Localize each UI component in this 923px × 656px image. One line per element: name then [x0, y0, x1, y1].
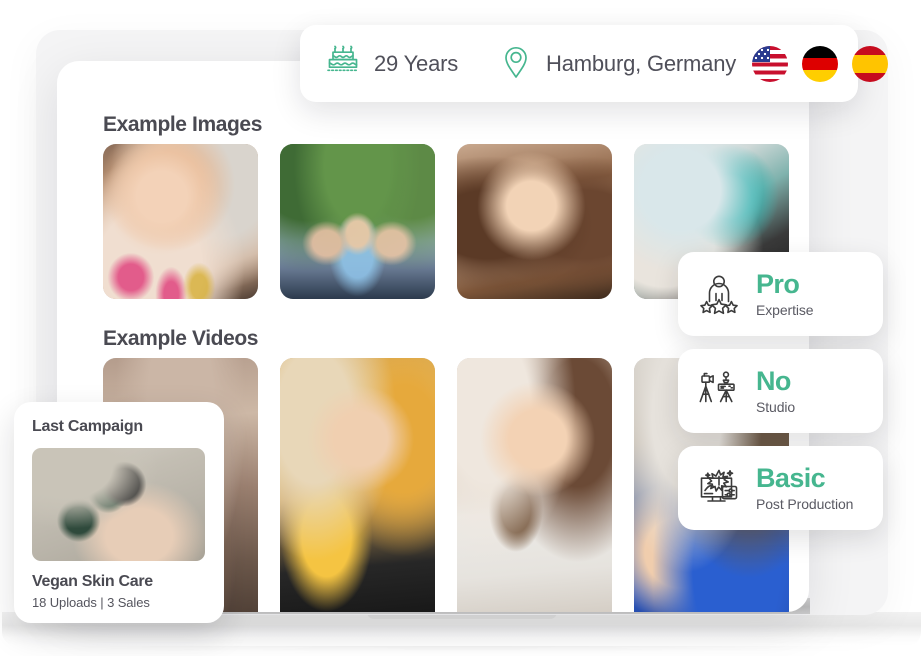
- age-info: 29 Years: [326, 44, 458, 83]
- campaign-stats: 18 Uploads | 3 Sales: [32, 595, 150, 610]
- badge-subtitle: Studio: [756, 399, 796, 415]
- campaign-thumbnail[interactable]: [32, 448, 205, 561]
- monitor-edit-icon: [696, 465, 742, 511]
- example-image-thumbnail[interactable]: [103, 144, 258, 299]
- badge-title: No: [756, 366, 791, 396]
- campaign-name: Vegan Skin Care: [32, 573, 153, 590]
- example-video-thumbnail[interactable]: [457, 358, 612, 612]
- age-label: 29 Years: [374, 50, 459, 76]
- profile-info-bar: 29 Years Hamburg, Germany: [300, 25, 889, 102]
- example-image-thumbnail[interactable]: [457, 144, 612, 299]
- birthday-cake-icon: [326, 44, 360, 83]
- badge-card-expertise[interactable]: Pro Expertise: [678, 252, 883, 336]
- person-stars-icon: [696, 271, 742, 317]
- badge-card-post-production[interactable]: Basic Post Production: [678, 446, 883, 530]
- example-image-thumbnail[interactable]: [280, 144, 435, 299]
- location-info: Hamburg, Germany: [500, 43, 736, 84]
- example-videos-heading: Example Videos: [103, 327, 259, 350]
- language-flags: [752, 45, 889, 82]
- studio-tripod-icon: [696, 368, 742, 414]
- map-pin-icon: [500, 43, 532, 84]
- badge-subtitle: Post Production: [756, 496, 854, 512]
- flag-de-icon[interactable]: [802, 45, 839, 82]
- example-video-thumbnail[interactable]: [280, 358, 435, 612]
- last-campaign-heading: Last Campaign: [32, 418, 143, 435]
- example-images-heading: Example Images: [103, 113, 262, 136]
- flag-us-icon[interactable]: [752, 45, 789, 82]
- last-campaign-card[interactable]: Last Campaign Vegan Skin Care 18 Uploads…: [14, 402, 224, 623]
- badge-title: Pro: [756, 269, 800, 299]
- location-label: Hamburg, Germany: [546, 50, 737, 76]
- badge-subtitle: Expertise: [756, 302, 814, 318]
- screenshot-stage: Example Images Example Videos 29 Years H…: [0, 0, 923, 656]
- badge-title: Basic: [756, 463, 826, 493]
- badge-card-studio[interactable]: No Studio: [678, 349, 883, 433]
- flag-es-icon[interactable]: [852, 45, 889, 82]
